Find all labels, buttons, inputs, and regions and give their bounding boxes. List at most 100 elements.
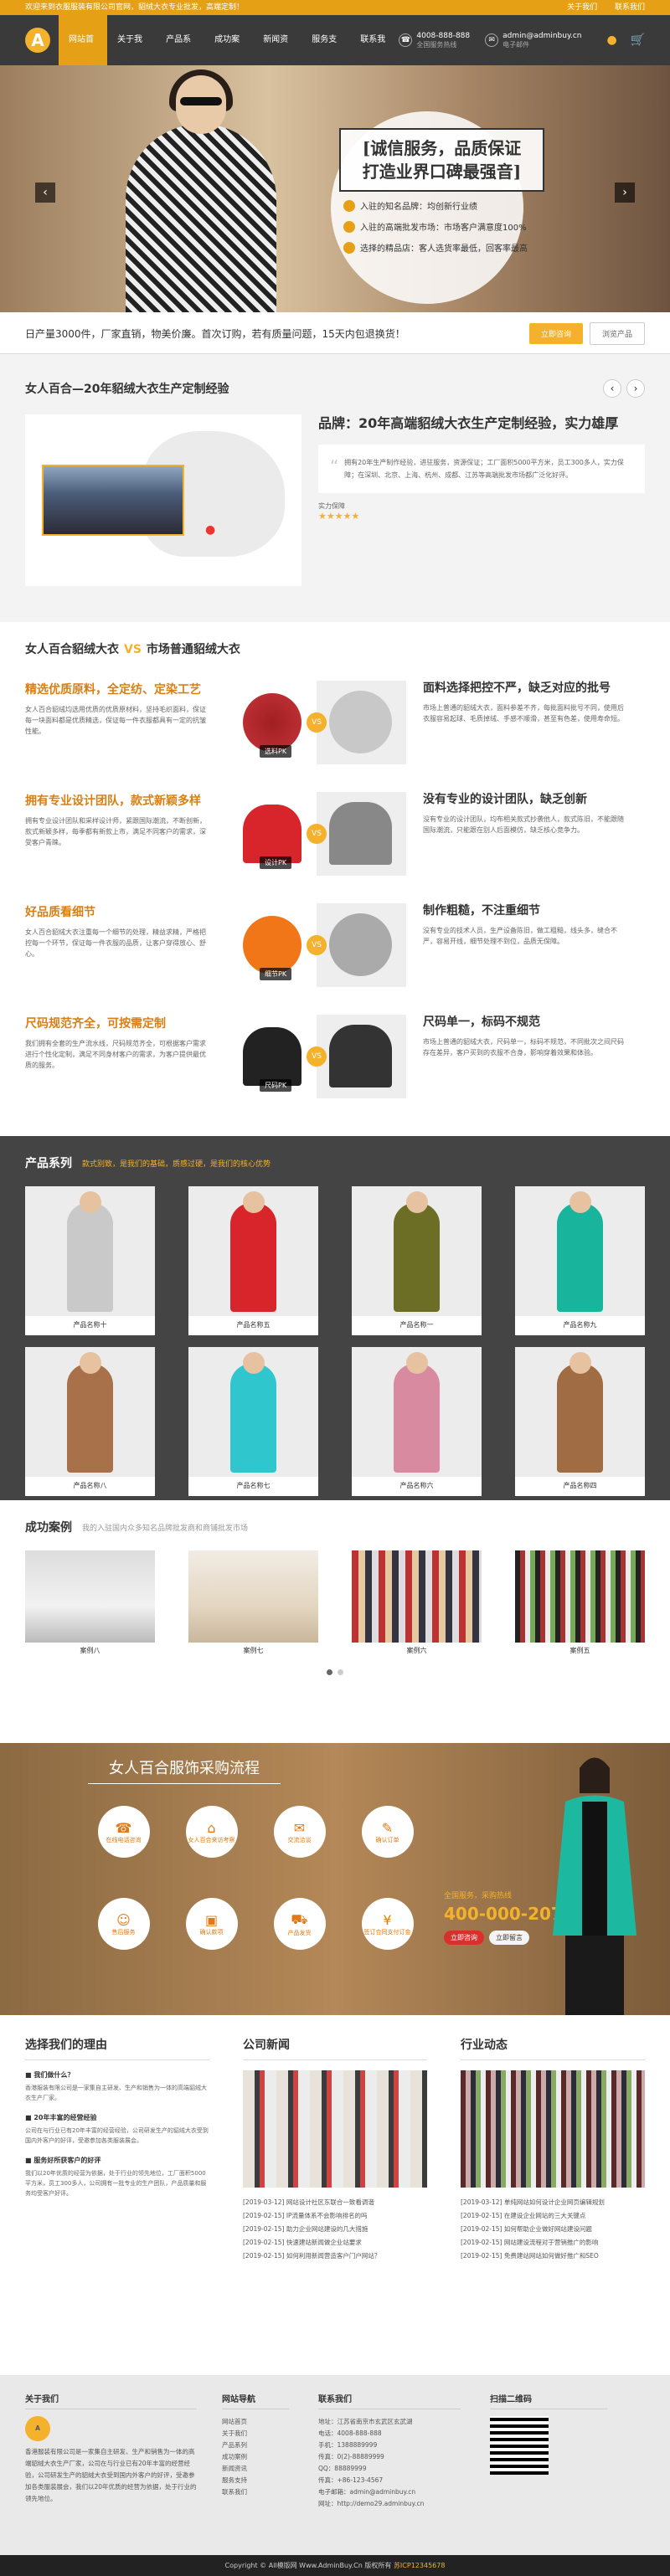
nav-about[interactable]: 关于我们 [107,15,156,95]
nav-contact[interactable]: 联系我们 [350,15,399,95]
location-pin-icon: ● [205,523,216,537]
nav-home[interactable]: 网站首页 [59,15,108,95]
mail-icon: ✉ [485,33,499,47]
process-step: ¥ 签订合同支付订金 [343,1898,431,1990]
news-link[interactable]: [2019-03-12] 网站设计社区东联合一致看调谐 [243,2196,427,2209]
company-news-title: 公司新闻 [243,2036,427,2060]
team-photo [42,465,184,536]
vs-icon: VS [307,824,327,844]
products-section: 产品系列 款式别致，是我们的基础，质感过硬，是我们的核心优势 产品名称十 产品名称… [0,1136,670,1500]
footer-contact-line: 传真：0(2)-88889999 [318,2453,384,2460]
footer-contact-line: QQ：88889999 [318,2465,367,2472]
cart-icon[interactable]: 🛒 [631,33,645,47]
banner-model-image [100,65,293,312]
slogan-line-2: 打造业界口碑最强音] [362,162,522,182]
pager-dot[interactable] [338,1669,343,1675]
news-link[interactable]: [2019-02-15] 网站建设流程对于营销推广的影响 [461,2236,645,2250]
footer-contact-line: 地址：江苏省南京市玄武区玄武湖 [318,2418,413,2425]
footer-nav-link[interactable]: 网站首页 [222,2416,289,2428]
company-news-image[interactable] [243,2070,427,2188]
case-card[interactable]: 案例七 [188,1550,318,1659]
step-label: 在线电话咨询 [106,1836,142,1843]
banner-next-arrow-icon[interactable]: › [615,183,635,203]
copyright-text: Copyright © All模版网 Www.AdminBuy.Cn 版权所有 [224,2562,392,2569]
news-link[interactable]: [2019-02-15] 免费建站网站如何做好推广和SEO [461,2250,645,2263]
news-link[interactable]: [2019-02-15] 在建设企业网站的三大关键点 [461,2209,645,2223]
consult-button[interactable]: 立即咨询 [528,322,583,344]
top-link-about[interactable]: 关于我们 [567,3,597,12]
case-card[interactable]: 案例六 [352,1550,482,1659]
news-link[interactable]: [2019-02-15] 快速建站新闻做企业站要求 [243,2236,427,2250]
process-title: 女人百合服饰采购流程 [0,1756,368,1789]
product-card[interactable]: 产品名称六 [352,1347,482,1496]
industry-news-image[interactable] [461,2070,645,2188]
step-icon: ⛟ [291,1910,308,1927]
user-icon[interactable]: ● [607,33,617,47]
rating-stars: ★★★★★ [318,511,360,522]
news-section: 选择我们的理由 ■ 我们做什么？ 香港服装有限公司是一家集自主研发、生产和销售为一… [25,2015,645,2375]
next-icon[interactable]: › [626,379,645,398]
product-card[interactable]: 产品名称五 [188,1186,318,1335]
top-link-contact[interactable]: 联系我们 [615,3,645,12]
product-image [352,1186,482,1316]
nav-news[interactable]: 新闻资讯 [253,15,302,95]
footer-nav-link[interactable]: 服务支持 [222,2475,289,2486]
case-label: 案例八 [80,1647,100,1654]
product-card[interactable]: 产品名称一 [352,1186,482,1335]
case-card[interactable]: 案例八 [25,1550,155,1659]
product-card[interactable]: 产品名称八 [25,1347,155,1496]
footer-contact-line: 网址：http://demo29.adminbuy.cn [318,2500,425,2507]
product-card[interactable]: 产品名称四 [515,1347,645,1496]
banner-bullet: 入驻的高端批发市场：市场客户满意度100% [343,220,528,233]
header-email: ✉ admin@adminbuy.cn 电子邮件 [485,32,582,49]
announcement-text: 日产量3000件，厂家直销，物美价廉。首次订购，若有质量问题，15天内包退换货！ [25,327,405,340]
footer-nav-link[interactable]: 新闻资讯 [222,2463,289,2475]
product-label: 产品名称四 [563,1482,597,1489]
compare-image: 细节PK VS [226,903,406,987]
prev-icon[interactable]: ‹ [603,379,621,398]
product-card[interactable]: 产品名称七 [188,1347,318,1496]
product-label: 产品名称八 [73,1482,107,1489]
nav-cases[interactable]: 成功案例 [204,15,253,95]
news-link[interactable]: [2019-02-15] 如何利用新闻营造客户门户网站？ [243,2250,427,2263]
footer-nav-title: 网站导航 [222,2392,289,2409]
news-link[interactable]: [2019-02-15] 如何帮助企业做好网站建设问题 [461,2223,645,2236]
case-image [352,1550,482,1643]
hotline-consult-button[interactable]: 立即咨询 [444,1931,484,1945]
step-label: 确认款项 [199,1928,224,1936]
icp-link[interactable]: 苏ICP12345678 [394,2562,446,2569]
footer-nav-link[interactable]: 关于我们 [222,2428,289,2440]
nav-service[interactable]: 服务支持 [302,15,350,95]
footer-nav-link[interactable]: 成功案例 [222,2451,289,2463]
nav-products[interactable]: 产品系列 [156,15,204,95]
product-card[interactable]: 产品名称十 [25,1186,155,1335]
footer-nav-link[interactable]: 联系我们 [222,2486,289,2498]
industry-news-title: 行业动态 [461,2036,645,2060]
process-steps: ☎ 在线电话咨询 ⌂ 女人百合来访考察 ✉ 交流洽谈 ✎ 确认订单 ☺ 售后服务 ▣ 确认款项 ⛟ 产品发… [80,1806,431,1990]
news-link[interactable]: [2019-02-15] IP流量体系不会影响排名的吗 [243,2209,427,2223]
reason-item: ■ 20年丰富的经营经验 公司在与行业已有20年丰富的经营经验，公司研发生产的貂绒… [25,2114,209,2144]
news-link[interactable]: [2019-02-15] 助力企业网站建设的几大措施 [243,2223,427,2236]
main-nav: 网站首页 关于我们 产品系列 成功案例 新闻资讯 服务支持 联系我们 [59,15,399,95]
hotline-message-button[interactable]: 立即留言 [489,1931,529,1945]
step-icon: ☎ [115,1819,132,1836]
banner-prev-arrow-icon[interactable]: ‹ [35,183,55,203]
pager-dot[interactable] [327,1669,332,1675]
case-card[interactable]: 案例五 [515,1550,645,1659]
cases-section: 成功案例 我的入驻国内众多知名品牌批发商和商铺批发市场 案例八 案例七 案例六 … [0,1500,670,1718]
phone-sub: 全国服务热线 [416,40,457,49]
browse-products-button[interactable]: 浏览产品 [589,321,645,345]
process-section: 女人百合服饰采购流程 ☎ 在线电话咨询 ⌂ 女人百合来访考察 ✉ 交流洽谈 ✎ 确认订单 ☺ 售后… [0,1743,670,2015]
product-card[interactable]: 产品名称九 [515,1186,645,1335]
footer-nav-link[interactable]: 产品系列 [222,2440,289,2451]
logo[interactable]: A [25,28,50,53]
step-icon: ✉ [293,1819,306,1836]
process-step: ☎ 在线电话咨询 [80,1806,168,1898]
company-news-column: 公司新闻 [2019-03-12] 网站设计社区东联合一致看调谐 [2019-0… [243,2036,427,2375]
case-image [515,1550,645,1643]
news-link[interactable]: [2019-03-12] 单纯网站如何设计企业网页编辑规划 [461,2196,645,2209]
product-label: 产品名称九 [563,1321,597,1329]
footer-qr-title: 扫描二维码 [490,2392,607,2409]
compare-row: 拥有专业设计团队，款式新颖多样 拥有专业设计团队和采样设计师，紧跟国际潮流，不断创… [25,792,645,880]
reason-item: ■ 我们做什么？ 香港服装有限公司是一家集自主研发、生产和销售为一体的高端貂绒大衣… [25,2071,207,2101]
